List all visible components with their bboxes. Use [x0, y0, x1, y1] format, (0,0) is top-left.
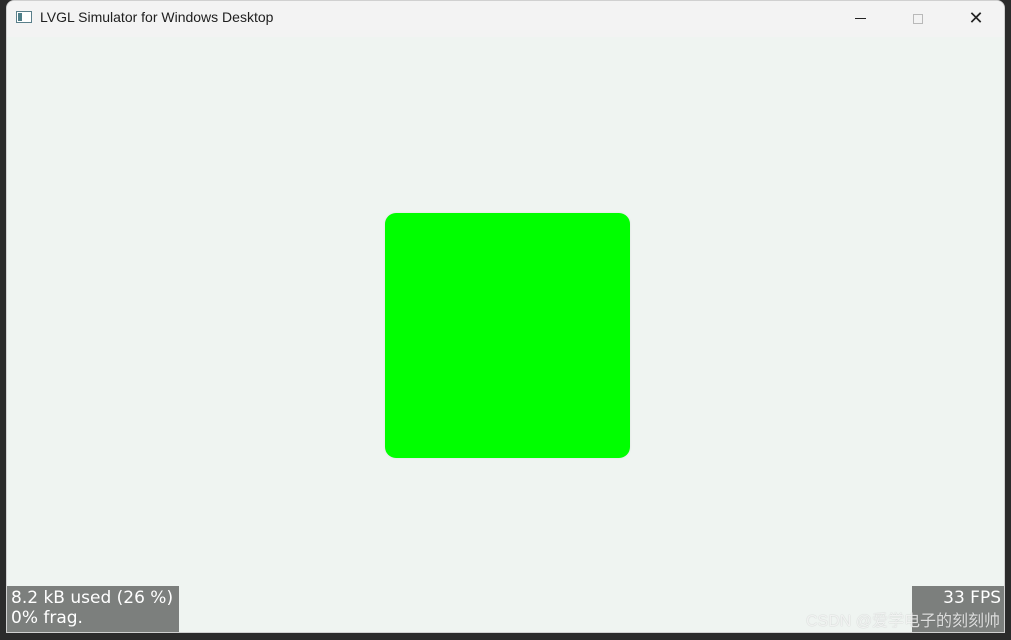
memory-used-text: 8.2 kB used (26 %) — [11, 588, 174, 608]
close-icon: ✕ — [968, 8, 984, 29]
app-window-icon — [16, 11, 32, 23]
memory-monitor: 8.2 kB used (26 %) 0% frag. — [7, 586, 179, 632]
watermark-text: CSDN @爱学电子的刻刻帅 — [805, 613, 1000, 630]
green-object[interactable] — [385, 213, 630, 458]
maximize-button[interactable] — [894, 1, 942, 37]
simulator-window: LVGL Simulator for Windows Desktop ✕ 8.2… — [6, 0, 1005, 633]
maximize-icon — [913, 14, 923, 24]
window-title: LVGL Simulator for Windows Desktop — [40, 9, 274, 25]
minimize-icon — [854, 17, 866, 19]
minimize-button[interactable] — [836, 1, 884, 37]
title-bar[interactable]: LVGL Simulator for Windows Desktop ✕ — [7, 1, 1004, 38]
lvgl-screen: 8.2 kB used (26 %) 0% frag. 33 FPS CSDN … — [7, 37, 1004, 632]
close-button[interactable]: ✕ — [952, 1, 1000, 37]
fragmentation-text: 0% frag. — [11, 608, 83, 628]
fps-text: 33 FPS — [943, 588, 1001, 608]
